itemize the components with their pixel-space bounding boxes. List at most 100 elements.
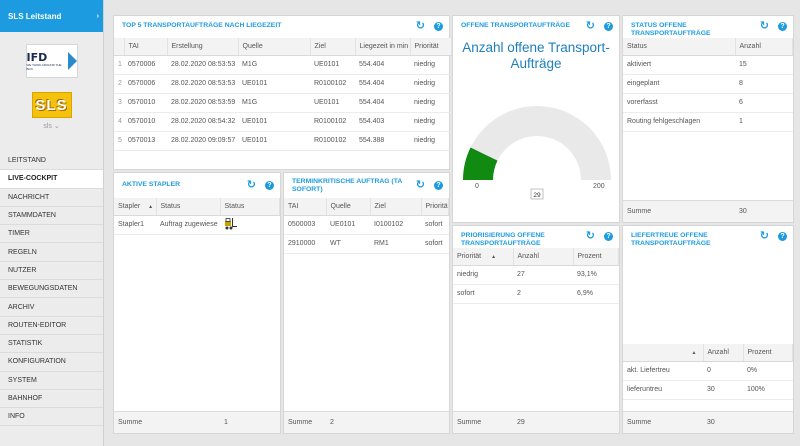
sort-asc-icon[interactable]: ▲ (491, 254, 496, 260)
column-header-liegezeit[interactable]: Liegezeit in min (355, 38, 411, 56)
cell-liegezeit: 554.403 (355, 112, 410, 132)
table-row[interactable]: vorerfasst 6 (623, 93, 793, 113)
refresh-icon[interactable]: ↻ (416, 21, 425, 32)
help-icon[interactable]: ? (265, 180, 274, 190)
refresh-icon[interactable]: ↻ (416, 180, 425, 191)
cell-anzahl: 27 (513, 265, 573, 285)
termin-table: TAI Quelle Ziel Priorität 0500003 UE0101… (284, 198, 449, 254)
table-row[interactable]: 0500003 UE0101 I0100102 sofort (284, 215, 449, 235)
user-menu[interactable]: sls ⌄ (0, 122, 103, 130)
column-header-status-icon[interactable]: Status (220, 198, 280, 216)
nav-item-nutzer[interactable]: NUTZER (0, 262, 103, 281)
cell-erstellung: 28.02.2020 08:53:59 (167, 93, 238, 113)
sort-asc-icon[interactable]: ▲ (148, 204, 153, 210)
column-header-prioritaet[interactable]: Priorität (421, 198, 449, 216)
cell-tai: 0570010 (124, 93, 167, 113)
nav-item-timer[interactable]: TIMER (0, 225, 103, 244)
nav-item-routen-editor[interactable]: ROUTEN-EDITOR (0, 317, 103, 335)
nav-item-archiv[interactable]: ARCHIV (0, 298, 103, 317)
column-header-anzahl[interactable]: Anzahl (735, 38, 793, 56)
nav-item-bahnhof[interactable]: BAHNHOF (0, 390, 103, 409)
footer-label: Summe (457, 419, 482, 426)
table-footer: Summe 2 (284, 411, 449, 433)
column-header-prioritaet[interactable]: Priorität (410, 38, 452, 56)
table-footer: Summe 29 (453, 411, 619, 433)
cell-ziel: I0100102 (370, 215, 421, 235)
column-header-status[interactable]: Status (156, 198, 221, 216)
nav-item-bewegungsdaten[interactable]: BEWEGUNGSDATEN (0, 280, 103, 299)
table-row[interactable]: akt. Liefertreu 0 0% (623, 361, 793, 381)
column-header-prozent[interactable]: Prozent (743, 344, 793, 362)
refresh-icon[interactable]: ↻ (760, 231, 769, 242)
gauge-max-label: 200 (593, 183, 605, 190)
nav-item-nachricht[interactable]: NACHRICHT (0, 189, 103, 207)
column-header-anzahl[interactable]: Anzahl (513, 248, 574, 266)
table-row[interactable]: lieferuntreu 30 100% (623, 380, 793, 400)
cell-prioritaet: niedrig (410, 74, 451, 94)
refresh-icon[interactable]: ↻ (586, 21, 595, 32)
nav-item-info[interactable]: INFO (0, 408, 103, 427)
column-header-prioritaet[interactable]: Priorität ▲ (453, 248, 514, 266)
column-header[interactable] (114, 38, 125, 56)
cell-status: Auftrag zugewiese (156, 215, 220, 235)
gauge-title: Anzahl offene Transport-Aufträge (462, 40, 610, 71)
panel-title: STATUS OFFENE TRANSPORTAUFTRÄGE (631, 22, 711, 37)
column-header-quelle[interactable]: Quelle (238, 38, 311, 56)
nav-item-konfiguration[interactable]: KONFIGURATION (0, 353, 103, 372)
column-header-ziel[interactable]: Ziel (370, 198, 422, 216)
footer-label: Summe (627, 419, 652, 426)
column-header-stapler[interactable]: Stapler ▲ (114, 198, 157, 216)
column-header-status[interactable]: Status (623, 38, 736, 56)
table-row[interactable]: 4 0570010 28.02.2020 08:54:32 UE0101 R01… (114, 112, 451, 132)
help-icon[interactable]: ? (778, 21, 787, 31)
cell-prozent: 93,1% (573, 265, 619, 285)
help-icon[interactable]: ? (434, 180, 443, 190)
table-row[interactable]: Stapler1 Auftrag zugewiese (114, 215, 280, 235)
table-row[interactable]: 3 0570010 28.02.2020 08:53:59 M1G UE0101… (114, 93, 451, 113)
refresh-icon[interactable]: ↻ (760, 21, 769, 32)
status-panel: STATUS OFFENE TRANSPORTAUFTRÄGE ↻ ? Stat… (622, 15, 794, 223)
help-icon[interactable]: ? (604, 21, 613, 31)
refresh-icon[interactable]: ↻ (247, 180, 256, 191)
table-row[interactable]: 1 0570006 28.02.2020 08:53:53 M1G UE0101… (114, 55, 451, 75)
sort-asc-icon[interactable]: ▲ (692, 350, 697, 356)
nav-item-regeln[interactable]: REGELN (0, 243, 103, 262)
column-header-tai[interactable]: TAI (284, 198, 327, 216)
cell-ziel: R0100102 (310, 112, 355, 132)
table-row[interactable]: 2 0570006 28.02.2020 08:53:53 UE0101 R01… (114, 74, 451, 94)
sidebar: SLS Leitstand › IFD WE THINK AROUND THE … (0, 0, 104, 446)
panel-title: OFFENE TRANSPORTAUFTRÄGE (461, 22, 570, 29)
column-header-kategorie[interactable]: ▲ (623, 344, 704, 362)
cell-quelle: WT (326, 234, 370, 254)
nav-item-live-cockpit[interactable]: LIVE-COCKPIT (0, 170, 103, 189)
column-header-ziel[interactable]: Ziel (310, 38, 356, 56)
app-header[interactable]: SLS Leitstand › (0, 0, 103, 32)
nav-item-system[interactable]: SYSTEM (0, 372, 103, 390)
nav-item-stammdaten[interactable]: STAMMDATEN (0, 207, 103, 226)
liefer-table: ▲ Anzahl Prozent akt. Liefertreu 0 0% li… (623, 344, 793, 400)
cell-quelle: UE0101 (326, 215, 370, 235)
table-row[interactable]: eingeplant 8 (623, 74, 793, 94)
table-row[interactable]: 2910000 WT RM1 sofort (284, 234, 449, 254)
nav-item-leitstand[interactable]: LEITSTAND (0, 152, 103, 171)
table-footer: Summe 30 (623, 200, 793, 222)
row-index: 4 (114, 112, 124, 132)
table-row[interactable]: Routing fehlgeschlagen 1 (623, 112, 793, 132)
table-row[interactable]: 5 0570013 28.02.2020 09:09:57 UE0101 R01… (114, 131, 451, 151)
cell-tai: 0570006 (124, 55, 167, 75)
column-header-quelle[interactable]: Quelle (326, 198, 371, 216)
help-icon[interactable]: ? (778, 231, 787, 241)
nav-item-statistik[interactable]: STATISTIK (0, 335, 103, 354)
column-header-anzahl[interactable]: Anzahl (703, 344, 744, 362)
table-row[interactable]: niedrig 27 93,1% (453, 265, 619, 285)
cell-quelle: M1G (238, 55, 310, 75)
refresh-icon[interactable]: ↻ (586, 231, 595, 242)
column-header-erstellung[interactable]: Erstellung (167, 38, 239, 56)
table-row[interactable]: sofort 2 6,9% (453, 284, 619, 304)
column-header-tai[interactable]: TAI (124, 38, 168, 56)
help-icon[interactable]: ? (434, 21, 443, 31)
table-row[interactable]: aktiviert 15 (623, 55, 793, 75)
row-index: 3 (114, 93, 124, 113)
help-icon[interactable]: ? (604, 231, 613, 241)
column-header-prozent[interactable]: Prozent (573, 248, 619, 266)
